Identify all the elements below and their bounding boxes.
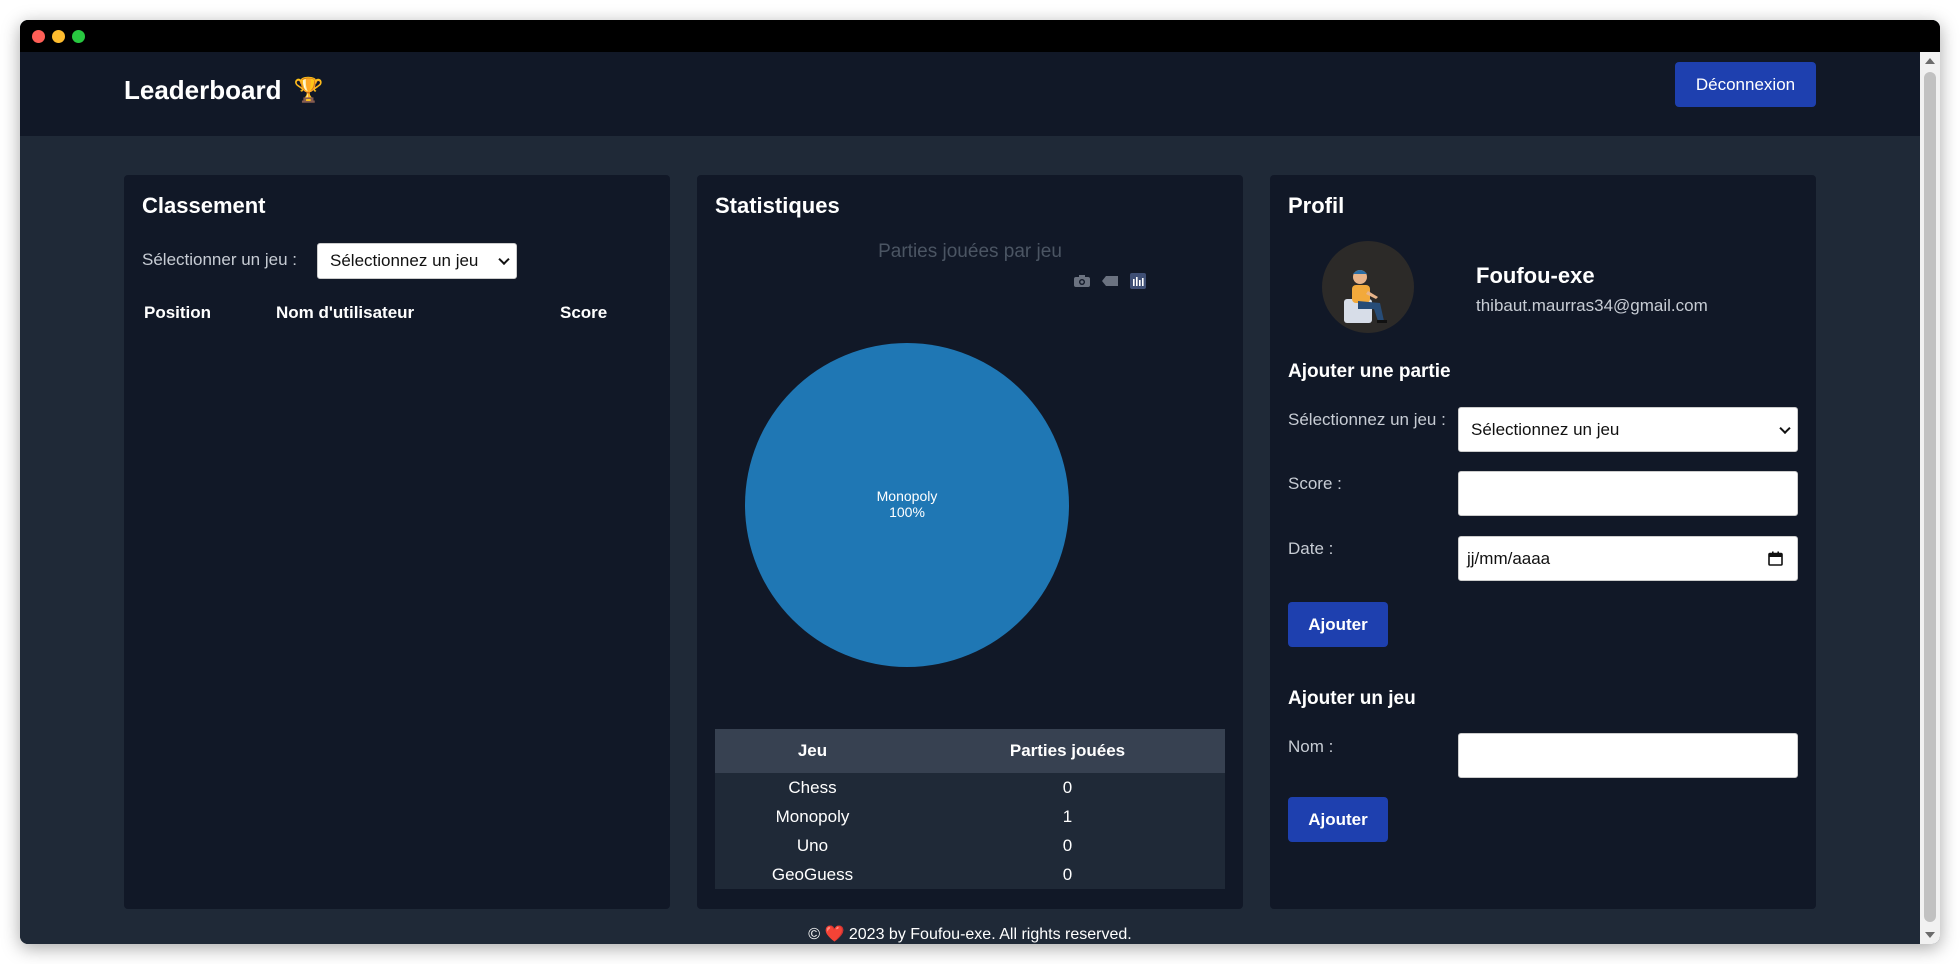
table-row: Uno 0 <box>715 831 1225 860</box>
date-label: Date : <box>1288 539 1334 558</box>
column-username: Nom d'utilisateur <box>276 303 415 322</box>
profile-email: thibaut.maurras34@gmail.com <box>1476 296 1708 315</box>
statistics-title: Statistiques <box>715 193 840 218</box>
scroll-down-arrow-icon[interactable] <box>1925 932 1935 938</box>
games-played-count: 0 <box>1062 835 1073 855</box>
app-header: Leaderboard 🏆 Déconnexion <box>20 52 1920 136</box>
profile-username: Foufou-exe <box>1476 263 1595 288</box>
page-viewport: Leaderboard 🏆 Déconnexion Classement Sél… <box>20 52 1920 944</box>
chevron-down-icon <box>1779 422 1791 434</box>
date-placeholder: jj/mm/aaaa <box>1467 548 1551 568</box>
slice-label: Monopoly <box>877 488 938 504</box>
pie-chart: Monopoly100% <box>745 343 1069 667</box>
page-title: Leaderboard <box>124 74 282 105</box>
games-played-count: 0 <box>1062 777 1073 797</box>
table-row: GeoGuess 0 <box>715 860 1225 889</box>
calendar-icon[interactable] <box>1768 551 1783 566</box>
ranking-select-label: Sélectionner un jeu : <box>142 250 297 269</box>
ranking-title: Classement <box>142 193 266 218</box>
session-game-label: Sélectionnez un jeu : <box>1288 410 1446 429</box>
chart-title: Parties jouées par jeu <box>878 241 1062 262</box>
date-input[interactable]: jj/mm/aaaa <box>1458 536 1798 581</box>
profile-card: Profil Foufou-exe thibaut.maurras34@gmai… <box>1270 175 1816 909</box>
statistics-table-body: Chess 0 Monopoly 1 Uno 0 GeoGuess 0 <box>715 773 1225 889</box>
footer-text: © ❤️ 2023 by Foufou-exe. All rights rese… <box>808 926 1132 943</box>
table-row: Chess 0 <box>715 773 1225 802</box>
scrollbar-thumb[interactable] <box>1924 72 1936 922</box>
trophy-icon: 🏆 <box>293 76 324 104</box>
vertical-scrollbar[interactable] <box>1920 52 1940 944</box>
table-row: Monopoly 1 <box>715 802 1225 831</box>
column-games-played: Parties jouées <box>1009 741 1126 760</box>
add-game-button[interactable]: Ajouter <box>1288 797 1388 842</box>
game-name: Monopoly <box>775 806 850 826</box>
statistics-table-header: Jeu Parties jouées <box>715 729 1225 773</box>
profile-title: Profil <box>1288 193 1345 218</box>
scroll-up-arrow-icon[interactable] <box>1925 58 1935 64</box>
game-name: Chess <box>788 777 837 797</box>
add-session-button[interactable]: Ajouter <box>1288 602 1388 647</box>
chevron-down-icon <box>498 253 510 266</box>
maximize-window-button[interactable] <box>72 30 85 43</box>
minimize-window-button[interactable] <box>52 30 65 43</box>
brand: Leaderboard 🏆 <box>124 70 323 110</box>
add-game-title: Ajouter un jeu <box>1288 688 1416 709</box>
column-score: Score <box>560 303 608 322</box>
statistics-table: Jeu Parties jouées Chess 0 Monopoly 1 Un… <box>715 729 1225 889</box>
game-name-input[interactable] <box>1458 733 1798 778</box>
close-window-button[interactable] <box>32 30 45 43</box>
slice-percent: 100% <box>889 504 925 520</box>
game-name: GeoGuess <box>771 864 854 884</box>
game-name: Uno <box>796 835 829 855</box>
session-game-select-value: Sélectionnez un jeu <box>1471 419 1620 439</box>
ranking-game-select[interactable]: Sélectionnez un jeu <box>317 243 517 279</box>
column-game: Jeu <box>797 741 828 760</box>
ranking-card: Classement Sélectionner un jeu : Sélecti… <box>124 175 670 909</box>
add-session-title: Ajouter une partie <box>1288 361 1451 382</box>
statistics-card: Statistiques Parties jouées par jeu Mono… <box>697 175 1243 909</box>
games-played-count: 1 <box>1062 806 1073 826</box>
window-titlebar <box>20 20 1940 52</box>
browser-window: Leaderboard 🏆 Déconnexion Classement Sél… <box>20 20 1940 944</box>
games-played-count: 0 <box>1062 864 1073 884</box>
game-name-label: Nom : <box>1288 737 1334 756</box>
avatar-illustration <box>1344 270 1387 323</box>
session-game-select[interactable]: Sélectionnez un jeu <box>1458 407 1798 452</box>
logout-button[interactable]: Déconnexion <box>1675 62 1816 107</box>
column-position: Position <box>144 303 212 322</box>
score-input[interactable] <box>1458 471 1798 516</box>
avatar <box>1322 241 1414 333</box>
score-label: Score : <box>1288 474 1342 493</box>
ranking-select-value: Sélectionnez un jeu <box>330 251 479 270</box>
